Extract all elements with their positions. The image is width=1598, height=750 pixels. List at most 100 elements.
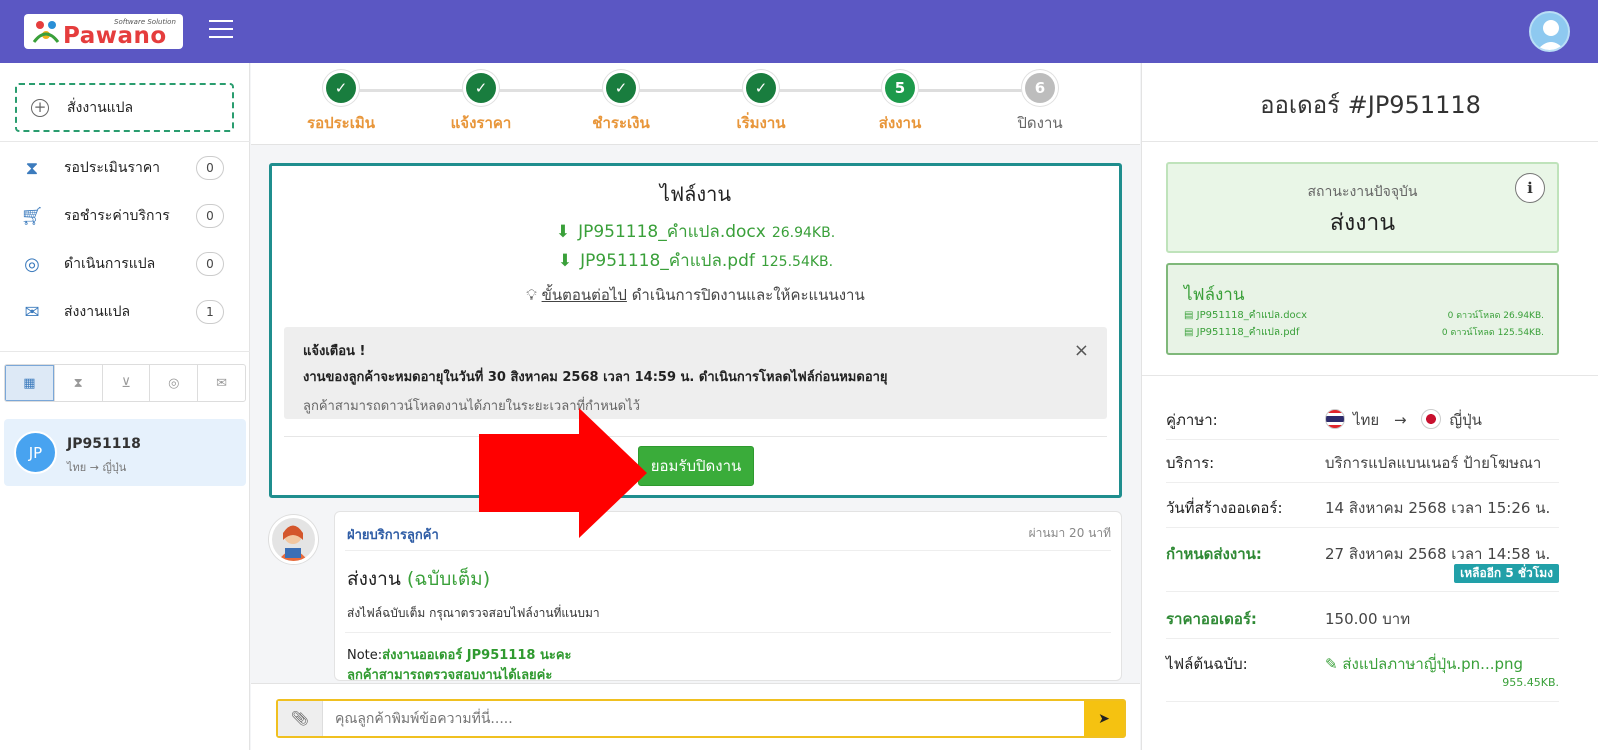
paperclip-icon: ✎	[1325, 655, 1343, 673]
count-badge: 0	[196, 204, 224, 228]
file-meta: 0 ดาวน์โหลด 125.54KB.	[1441, 328, 1544, 338]
sidebar-item-awaiting-payment[interactable]: 🛒︎ รอชำระค่าบริการ 0	[0, 192, 250, 240]
logo-wordmark: Pawano	[63, 23, 167, 49]
message-title: ส่งงาน (ฉบับเต็ม)	[347, 564, 490, 594]
language-pair-row: คู่ภาษา: ไทย → ญี่ปุ่น	[1166, 394, 1559, 440]
sidebar-item-translating[interactable]: ◎ ดำเนินการแปล 0	[0, 240, 250, 288]
step-assess: ✓ รอประเมิน	[281, 73, 401, 135]
hamburger-icon[interactable]	[209, 20, 233, 40]
source-file-name: ส่งแปลภาษาญี่ปุ่น.pn...png	[1342, 655, 1524, 673]
step-label: ปิดงาน	[1017, 114, 1063, 132]
step-quote: ✓ แจ้งราคา	[421, 73, 541, 135]
paperclip-icon[interactable]: 📎︎	[278, 701, 323, 736]
check-icon: ✓	[326, 73, 356, 103]
new-translation-button[interactable]: + สั่งงานแปล	[15, 83, 234, 132]
row-value: บริการแปลแบนเนอร์ ป้ายโฆษณา	[1325, 454, 1542, 472]
job-language-pair: ไทย → ญี่ปุ่น	[67, 461, 127, 474]
file-link-pdf[interactable]: ⬇ JP951118_คำแปล.pdf 125.54KB.	[272, 247, 1119, 274]
job-avatar: JP	[14, 431, 57, 474]
cart-icon[interactable]: ⊻	[101, 365, 150, 401]
cart-icon: 🛒︎	[20, 205, 44, 227]
info-icon[interactable]: ℹ	[1515, 173, 1545, 203]
user-avatar-icon[interactable]	[1529, 11, 1570, 52]
expiry-alert: แจ้งเตือน ! งานของลูกค้าจะหมดอายุในวันที…	[284, 327, 1107, 419]
service-row: บริการ: บริการแปลแบนเนอร์ ป้ายโฆษณา	[1166, 437, 1559, 483]
japan-flag-icon	[1421, 408, 1442, 429]
download-icon: ⬇	[557, 251, 573, 271]
check-icon: ✓	[746, 73, 776, 103]
summary-file-docx[interactable]: ▤ JP951118_คำแปล.docx 0 ดาวน์โหลด 26.94KB…	[1184, 308, 1544, 323]
alert-title: แจ้งเตือน !	[303, 344, 366, 359]
next-step-text: ดำเนินการปิดงานและให้คะแนนงาน	[631, 286, 865, 304]
message-input[interactable]	[323, 701, 1084, 736]
file-link-docx[interactable]: ⬇ JP951118_คำแปล.docx 26.94KB.	[272, 218, 1119, 245]
count-badge: 0	[196, 252, 224, 276]
step-close: 6 ปิดงาน	[980, 73, 1100, 135]
row-label: บริการ:	[1166, 454, 1215, 472]
main-panel: ✓ รอประเมิน ✓ แจ้งราคา ✓ ชำระเงิน ✓ เริ่มงาน…	[251, 63, 1140, 750]
sidebar: + สั่งงานแปล ⧗ รอประเมินราคา 0 🛒︎ รอชำระ…	[0, 63, 250, 750]
price-row: ราคาออเดอร์: 150.00 บาท	[1166, 593, 1559, 639]
row-value: 27 สิงหาคม 2568 เวลา 14:58 น.	[1325, 545, 1551, 563]
file-name: JP951118_คำแปล.pdf	[1196, 327, 1300, 338]
globe-icon[interactable]: ◎	[149, 365, 197, 401]
order-title: ออเดอร์ #JP951118	[1260, 91, 1481, 119]
file-size: 125.54KB.	[760, 254, 834, 270]
count-badge: 1	[196, 300, 224, 324]
message-sender: ฝ่ายบริการลูกค้า	[347, 528, 439, 543]
accept-close-job-button[interactable]: ยอมรับปิดงาน	[638, 446, 754, 486]
new-translation-label: สั่งงานแปล	[67, 99, 134, 116]
sidebar-item-delivered[interactable]: ✉ ส่งงานแปล 1	[0, 288, 250, 336]
pawano-logo[interactable]: Software Solution Pawano	[24, 14, 183, 49]
message-time: ผ่านมา 20 นาที	[1028, 526, 1111, 540]
current-status-box: สถานะงานปัจจุบัน ส่งงาน ℹ	[1166, 162, 1559, 253]
summary-file-pdf[interactable]: ▤ JP951118_คำแปล.pdf 0 ดาวน์โหลด 125.54KB…	[1184, 325, 1544, 340]
source-file-link[interactable]: ✎ ส่งแปลภาษาญี่ปุ่น.pn...png	[1325, 652, 1523, 676]
lightbulb-icon: 💡︎	[526, 286, 537, 304]
send-icon[interactable]: ➤	[1084, 701, 1124, 736]
source-file-row: ไฟล์ต้นฉบับ: ✎ ส่งแปลภาษาญี่ปุ่น.pn...pn…	[1166, 638, 1559, 702]
next-step-link[interactable]: ขั้นตอนต่อไป	[542, 286, 627, 304]
time-remaining-badge: เหลืออีก 5 ชั่วโมง	[1454, 564, 1559, 583]
sidebar-item-label: รอชำระค่าบริการ	[64, 208, 170, 224]
download-icon: ⬇	[555, 222, 571, 242]
row-label: กำหนดส่งงาน:	[1166, 545, 1262, 563]
inbox-icon: ✉	[24, 301, 40, 323]
alert-message: งานของลูกค้าจะหมดอายุในวันที่ 30 สิงหาคม…	[303, 370, 888, 385]
close-icon[interactable]: ×	[1074, 340, 1089, 361]
count-badge: 0	[196, 156, 224, 180]
job-list-item[interactable]: JP JP951118 ไทย → ญี่ปุ่น	[4, 419, 246, 486]
source-language: ไทย	[1353, 411, 1380, 429]
compose-box: 📎︎ ➤	[276, 699, 1126, 738]
step-label: ชำระเงิน	[592, 114, 650, 132]
sidebar-item-label: ส่งงานแปล	[64, 304, 131, 320]
message-title-tag: (ฉบับเต็ม)	[406, 568, 491, 590]
arrow-right-icon: →	[1394, 411, 1407, 429]
inbox-icon[interactable]: ✉	[197, 365, 245, 401]
step-payment: ✓ ชำระเงิน	[561, 73, 681, 135]
row-value: 150.00 บาท	[1325, 610, 1411, 628]
step-start: ✓ เริ่มงาน	[701, 73, 821, 135]
files-summary-title: ไฟล์งาน	[1184, 285, 1245, 305]
hourglass-icon: ⧗	[25, 157, 39, 179]
job-id: JP951118	[67, 436, 141, 452]
step-deliver: 5 ส่งงาน	[840, 73, 960, 135]
status-value: ส่งงาน	[1329, 210, 1396, 236]
file-name: JP951118_คำแปล.docx	[1196, 310, 1308, 321]
compose-bar: 📎︎ ➤	[251, 683, 1140, 750]
message-title-text: ส่งงาน	[347, 568, 401, 590]
note-label: Note:	[347, 648, 383, 663]
created-date-row: วันที่สร้างออเดอร์: 14 สิงหาคม 2568 เวลา…	[1166, 482, 1559, 528]
step-number: 6	[1025, 73, 1055, 103]
message-note-line-2: ลูกค้าสามารถตรวจสอบงานได้เลยค่ะ	[347, 668, 553, 681]
row-label: ราคาออเดอร์:	[1166, 610, 1257, 628]
hourglass-icon[interactable]: ⧗	[53, 365, 102, 401]
sidebar-item-awaiting-quote[interactable]: ⧗ รอประเมินราคา 0	[0, 144, 250, 192]
files-title: ไฟล์งาน	[659, 182, 732, 206]
files-summary-box: ไฟล์งาน ▤ JP951118_คำแปล.docx 0 ดาวน์โหลด…	[1166, 263, 1559, 355]
grid-icon[interactable]: ▦	[5, 365, 54, 401]
filter-tabs: ▦ ⧗ ⊻ ◎ ✉	[4, 364, 246, 402]
row-label: วันที่สร้างออเดอร์:	[1166, 499, 1283, 517]
delivered-files-panel: ไฟล์งาน ⬇ JP951118_คำแปล.docx 26.94KB. ⬇ JP…	[269, 163, 1122, 498]
due-date-row: กำหนดส่งงาน: 27 สิงหาคม 2568 เวลา 14:58 …	[1166, 528, 1559, 592]
